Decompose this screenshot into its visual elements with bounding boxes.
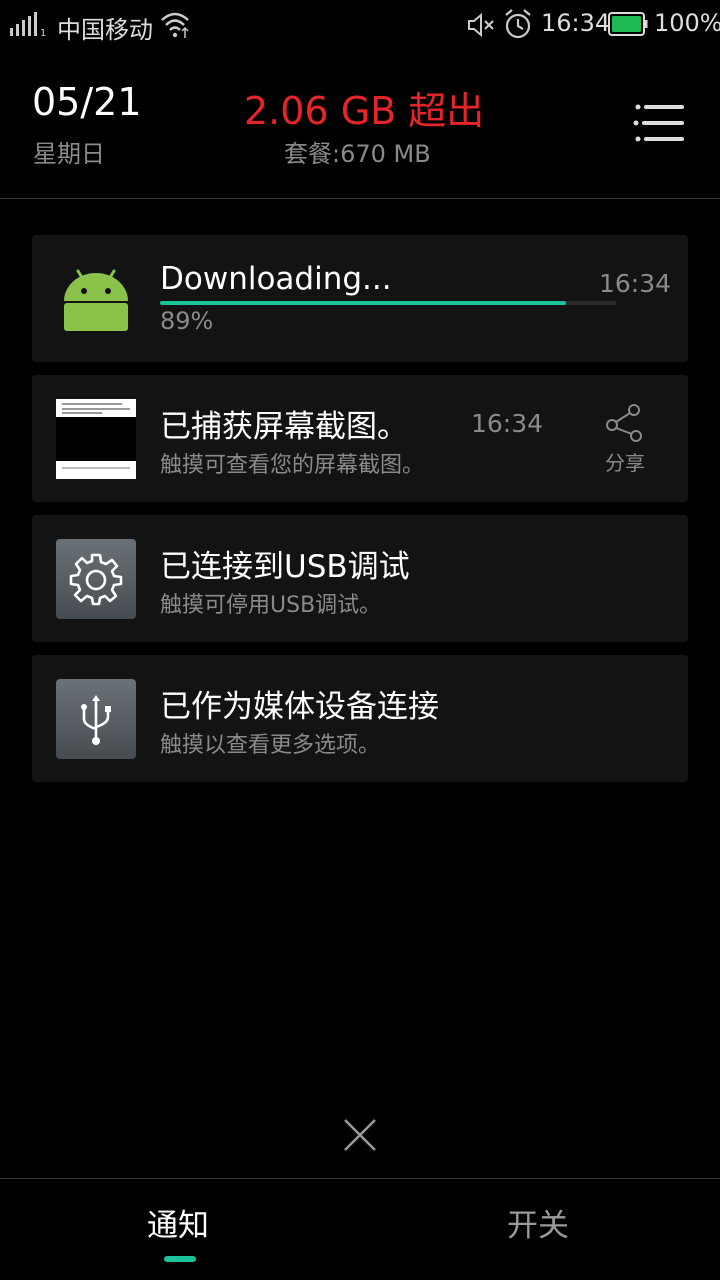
battery-percent: 100% <box>654 9 720 37</box>
signal-icon: 1 <box>10 12 46 36</box>
close-icon[interactable] <box>340 1115 380 1155</box>
download-progress-bar <box>160 301 616 305</box>
data-plan: 套餐:670 MB <box>284 140 431 168</box>
active-tab-indicator <box>164 1256 196 1262</box>
notification-media-device[interactable]: 已作为媒体设备连接 触摸以查看更多选项。 <box>32 655 688 782</box>
settings-gear-icon <box>69 553 123 606</box>
battery-icon <box>608 12 648 36</box>
data-usage[interactable]: 2.06 GB 超出 <box>244 80 484 135</box>
thumbnail-text-line <box>62 403 122 405</box>
carrier-name: 中国移动 <box>57 16 153 44</box>
divider <box>0 1178 720 1179</box>
notification-title: 已捕获屏幕截图。 <box>160 409 408 445</box>
notification-subtitle: 触摸可查看您的屏幕截图。 <box>160 453 425 478</box>
status-bar: 1 中国移动 16:34 100% <box>0 0 720 50</box>
notification-subtitle: 触摸可停用USB调试。 <box>160 593 382 618</box>
usb-icon <box>81 695 111 745</box>
progress-fill <box>160 301 566 305</box>
progress-percent: 89% <box>160 307 214 335</box>
menu-icon[interactable] <box>630 100 690 146</box>
mute-icon <box>468 12 494 38</box>
status-time: 16:34 <box>541 9 611 37</box>
tab-notifications[interactable]: 通知 <box>147 1200 209 1245</box>
share-label: 分享 <box>605 451 645 475</box>
notification-usb-debugging[interactable]: 已连接到USB调试 触摸可停用USB调试。 <box>32 515 688 642</box>
share-button[interactable]: 分享 <box>598 403 652 475</box>
notification-time: 16:34 <box>598 269 671 298</box>
android-icon <box>64 269 128 331</box>
share-icon <box>606 404 642 442</box>
thumbnail-text-line <box>62 412 102 414</box>
thumbnail-text-line <box>62 467 130 469</box>
notification-time: 16:34 <box>470 409 543 438</box>
screenshot-thumbnail <box>56 399 136 479</box>
notification-subtitle: 触摸以查看更多选项。 <box>160 733 381 758</box>
notification-title: 已连接到USB调试 <box>160 549 410 585</box>
notification-download[interactable]: Downloading... 16:34 89% <box>32 235 688 362</box>
date: 05/21 <box>32 80 142 124</box>
alarm-icon <box>505 9 531 39</box>
weekday: 星期日 <box>33 140 105 168</box>
tab-toggles[interactable]: 开关 <box>507 1200 569 1245</box>
notification-title: 已作为媒体设备连接 <box>160 689 439 725</box>
divider <box>0 198 720 199</box>
notification-screenshot[interactable]: 已捕获屏幕截图。 16:34 触摸可查看您的屏幕截图。 分享 <box>32 375 688 502</box>
notification-title: Downloading... <box>160 261 392 297</box>
usb-app-icon <box>56 679 136 759</box>
thumbnail-content <box>56 417 136 461</box>
settings-app-icon <box>56 539 136 619</box>
thumbnail-text-line <box>62 408 130 410</box>
svg-text:1: 1 <box>40 28 46 36</box>
wifi-icon <box>161 12 189 38</box>
